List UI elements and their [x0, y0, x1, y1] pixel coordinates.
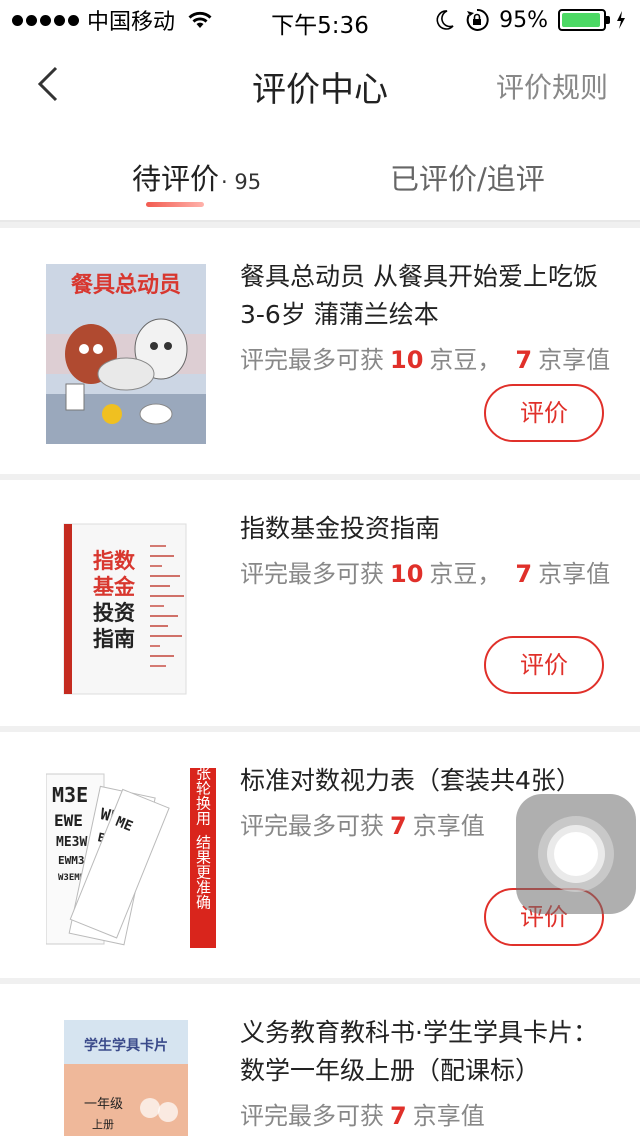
reward-info: 评完最多可获 7 京享值	[240, 1096, 485, 1131]
svg-text:ME3W: ME3W	[56, 835, 87, 850]
reward-prefix: 评完最多可获	[240, 812, 384, 840]
reward-info: 评完最多可获 10 京豆， 7 京享值	[240, 554, 610, 589]
tab-active-indicator	[146, 202, 204, 207]
reward-prefix: 评完最多可获	[240, 346, 384, 374]
status-bar: 中国移动 下午5:36 95%	[0, 0, 640, 40]
reward-value-unit: 京享值	[412, 1102, 485, 1130]
cover-line-3: 投资	[93, 601, 135, 625]
reward-value-unit: 京享值	[538, 560, 611, 588]
list-item: 学生学具卡片 一年级 上册 义务教育教科书·学生学具卡片：数学一年级上册（配课标…	[0, 984, 640, 1136]
nav-bar: 评价中心 评价规则	[0, 40, 640, 128]
list-item: 指数 基金 投资 指南 指数基金投资指南 评完最多可获 10 京豆， 7 京享值 评价	[0, 480, 640, 726]
status-right: 95%	[435, 6, 626, 34]
reward-value-unit: 京享值	[538, 346, 611, 374]
tab-bar: 待评价· 95 已评价/追评	[0, 128, 640, 222]
tab-reviewed[interactable]: 已评价/追评	[390, 156, 545, 198]
reward-beans: 10	[390, 560, 424, 588]
reward-value: 7	[390, 812, 407, 840]
battery-icon	[558, 9, 610, 31]
cover-line-1: 指数	[93, 549, 136, 573]
product-title[interactable]: 餐具总动员 从餐具开始爱上吃饭 3-6岁 蒲蒲兰绘本	[240, 258, 610, 334]
svg-text:EWE: EWE	[54, 811, 83, 830]
product-image[interactable]: 指数 基金 投资 指南	[46, 516, 206, 696]
product-image[interactable]: 餐具总动员	[46, 264, 206, 444]
cover-line-2: 基金	[93, 575, 136, 599]
rotation-lock-icon	[466, 8, 489, 31]
cover-title: 餐具总动员	[71, 272, 181, 298]
moon-icon	[436, 10, 454, 30]
cover-banner-2: 结果更准确	[194, 835, 212, 911]
battery-percent: 95%	[499, 7, 548, 33]
cover-line-4: 指南	[93, 627, 135, 651]
list-item: 餐具总动员 餐具总动员 从餐具开始爱上吃饭 3-6岁 蒲蒲兰绘本 评完最多可获 1…	[0, 228, 640, 474]
reward-info: 评完最多可获 7 京享值	[240, 806, 485, 841]
cover-volume: 上册	[92, 1118, 114, 1131]
cover-title: 学生学具卡片	[84, 1037, 168, 1054]
product-title[interactable]: 指数基金投资指南	[240, 510, 610, 548]
assistive-touch-button[interactable]	[516, 794, 636, 914]
rate-button[interactable]: 评价	[484, 636, 604, 694]
reward-value-unit: 京享值	[412, 812, 485, 840]
reward-info: 评完最多可获 10 京豆， 7 京享值	[240, 340, 610, 375]
cover-banner-1: 四张轮换用	[194, 768, 212, 827]
reward-value: 7	[515, 560, 533, 588]
reward-beans-unit: 京豆，	[429, 346, 502, 374]
rate-button[interactable]: 评价	[484, 384, 604, 442]
rules-link[interactable]: 评价规则	[496, 66, 608, 106]
reward-value: 7	[515, 346, 533, 374]
tab-pending[interactable]: 待评价· 95	[132, 156, 261, 198]
product-image[interactable]: M3E EWE ME3W EWM3E W3EMEW WE E3M ME 四张轮换…	[46, 768, 218, 948]
charging-icon	[617, 11, 625, 29]
reward-value: 7	[390, 1102, 407, 1130]
reward-beans: 10	[390, 346, 424, 374]
reward-prefix: 评完最多可获	[240, 560, 384, 588]
reward-beans-unit: 京豆，	[429, 560, 502, 588]
svg-text:M3E: M3E	[52, 783, 88, 807]
cover-grade: 一年级	[84, 1097, 123, 1112]
tab-pending-count: · 95	[221, 170, 262, 194]
tab-pending-label: 待评价	[132, 162, 220, 196]
product-title[interactable]: 义务教育教科书·学生学具卡片：数学一年级上册（配课标）	[240, 1014, 610, 1090]
reward-prefix: 评完最多可获	[240, 1102, 384, 1130]
product-image[interactable]: 学生学具卡片 一年级 上册	[64, 1020, 188, 1136]
battery-fill	[562, 13, 600, 27]
